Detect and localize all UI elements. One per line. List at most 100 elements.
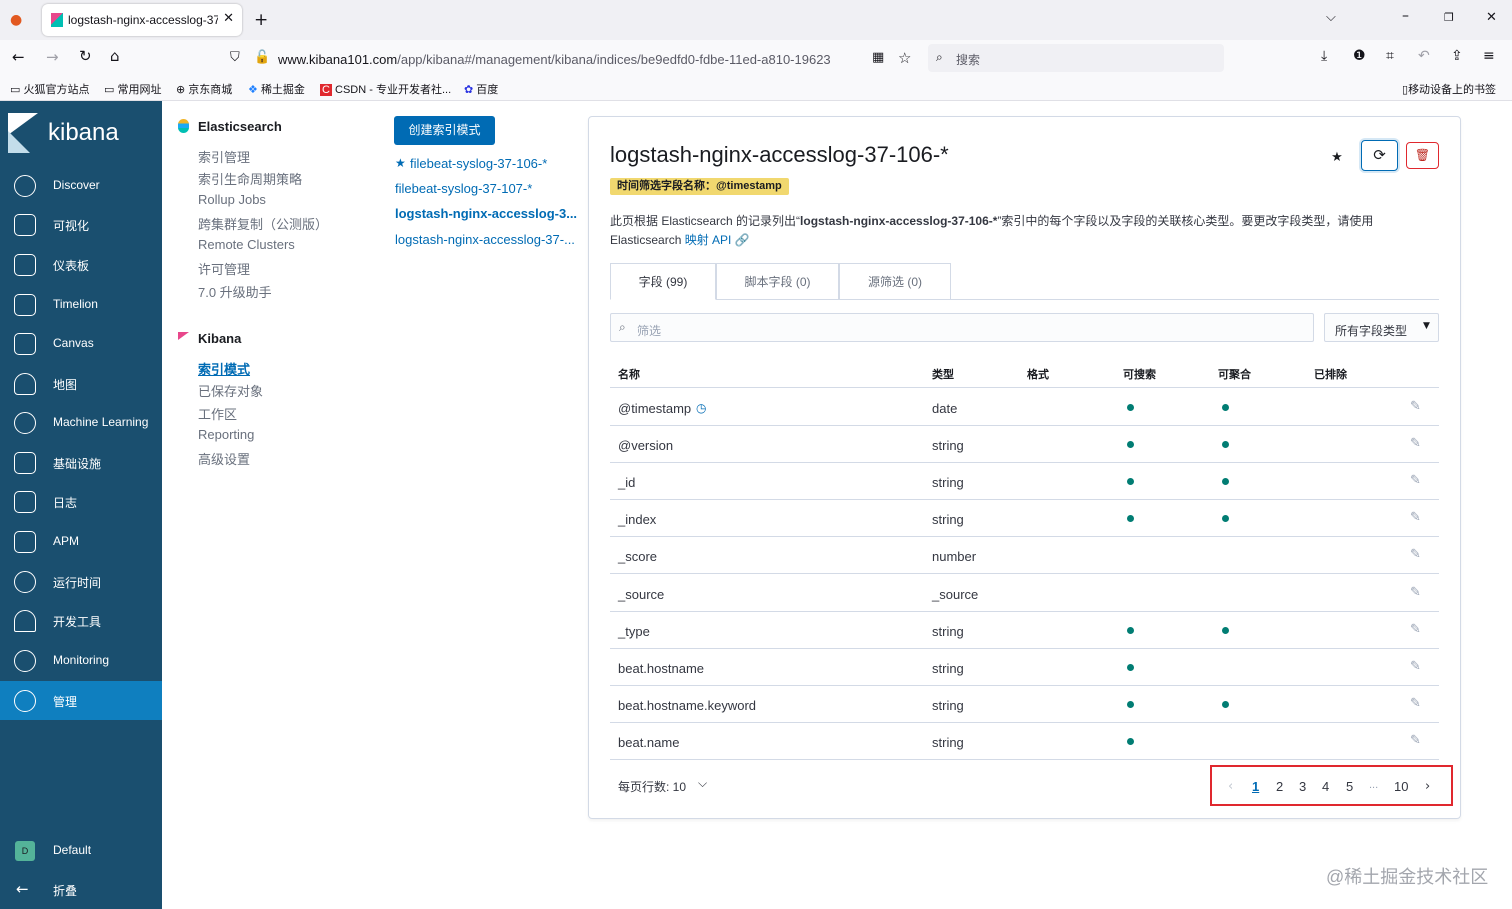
field-type-select[interactable]: 所有字段类型 ▼ bbox=[1324, 313, 1439, 342]
page-button-5[interactable]: 5 bbox=[1346, 779, 1353, 794]
mobile-bookmarks[interactable]: ▯移动设备上的书签 bbox=[1402, 81, 1496, 97]
column-header-type[interactable]: 类型 bbox=[932, 366, 954, 382]
back-icon[interactable]: ← bbox=[12, 48, 25, 66]
nav-space-default[interactable]: D Default bbox=[0, 831, 162, 870]
index-pattern-link[interactable]: logstash-nginx-accesslog-37-... bbox=[395, 232, 575, 247]
nav-saved-objects[interactable]: 已保存对象 bbox=[198, 381, 263, 400]
nav-uptime[interactable]: 运行时间 bbox=[0, 562, 162, 601]
edit-field-pencil-icon[interactable]: ✎ bbox=[1410, 510, 1421, 525]
nav-upgrade-assistant[interactable]: 7.0 升级助手 bbox=[198, 282, 272, 301]
reload-icon[interactable]: ↻ bbox=[79, 47, 92, 65]
restore-icon[interactable]: ❐ bbox=[1444, 11, 1454, 24]
url-text[interactable]: www.kibana101.com/app/kibana#/management… bbox=[278, 52, 864, 67]
refresh-fields-button[interactable]: ⟳ bbox=[1361, 140, 1398, 171]
column-header-aggregatable[interactable]: 可聚合 bbox=[1218, 366, 1251, 382]
nav-machine-learning[interactable]: Machine Learning bbox=[0, 403, 162, 442]
tab-scripted-fields[interactable]: 脚本字段 (0) bbox=[716, 263, 839, 300]
bookmark-item[interactable]: ⊕ 京东商城 bbox=[176, 81, 232, 97]
insecure-lock-icon[interactable]: 🔓 bbox=[254, 50, 270, 65]
edit-field-pencil-icon[interactable]: ✎ bbox=[1410, 622, 1421, 637]
nav-logs[interactable]: 日志 bbox=[0, 482, 162, 521]
nav-discover[interactable]: Discover bbox=[0, 166, 162, 205]
column-header-excluded[interactable]: 已排除 bbox=[1314, 366, 1347, 382]
page-button-1[interactable]: 1 bbox=[1252, 779, 1259, 794]
bookmark-item[interactable]: ▭ 火狐官方站点 bbox=[10, 81, 89, 97]
minimize-icon[interactable]: – bbox=[1402, 8, 1409, 24]
nav-dashboard[interactable]: 仪表板 bbox=[0, 245, 162, 284]
extension-icon[interactable]: ❶ bbox=[1353, 48, 1366, 64]
page-button-10[interactable]: 10 bbox=[1394, 779, 1408, 794]
nav-spaces[interactable]: 工作区 bbox=[198, 404, 237, 423]
nav-canvas[interactable]: Canvas bbox=[0, 324, 162, 363]
browser-search-box[interactable]: ⌕ 搜索 bbox=[928, 44, 1224, 72]
edit-field-pencil-icon[interactable]: ✎ bbox=[1410, 659, 1421, 674]
firefox-icon[interactable]: ● bbox=[10, 12, 22, 28]
set-default-button[interactable]: ★ bbox=[1322, 142, 1352, 171]
edit-field-pencil-icon[interactable]: ✎ bbox=[1410, 399, 1421, 414]
forward-icon[interactable]: → bbox=[46, 48, 59, 66]
tab-fields[interactable]: 字段 (99) bbox=[610, 263, 716, 300]
home-icon[interactable]: ⌂ bbox=[110, 47, 120, 65]
kibana-logo-icon[interactable] bbox=[8, 113, 38, 153]
url-bar[interactable]: ⛉ 🔓 www.kibana101.com/app/kibana#/manage… bbox=[222, 44, 922, 72]
nav-infrastructure[interactable]: 基础设施 bbox=[0, 443, 162, 482]
index-pattern-link[interactable]: filebeat-syslog-37-107-* bbox=[395, 181, 532, 196]
qr-code-icon[interactable]: ▦ bbox=[872, 50, 884, 65]
chevron-right-icon[interactable]: › bbox=[1425, 779, 1430, 794]
nav-reporting[interactable]: Reporting bbox=[198, 427, 254, 442]
create-index-pattern-button[interactable]: 创建索引模式 bbox=[394, 116, 495, 145]
menu-icon[interactable]: ≡ bbox=[1483, 48, 1495, 64]
nav-apm[interactable]: APM bbox=[0, 522, 162, 561]
bookmark-item[interactable]: ❖ 稀土掘金 bbox=[248, 81, 305, 97]
delete-index-pattern-button[interactable]: 🗑 bbox=[1406, 142, 1439, 169]
nav-maps[interactable]: 地图 bbox=[0, 364, 162, 403]
nav-management[interactable]: 管理 bbox=[0, 681, 162, 720]
nav-devtools[interactable]: 开发工具 bbox=[0, 601, 162, 640]
nav-advanced-settings[interactable]: 高级设置 bbox=[198, 449, 250, 468]
index-pattern-link-selected[interactable]: logstash-nginx-accesslog-3... bbox=[395, 206, 577, 221]
shield-icon[interactable]: ⛉ bbox=[230, 50, 240, 65]
bookmark-star-icon[interactable]: ☆ bbox=[898, 49, 911, 67]
crop-icon[interactable]: ⌗ bbox=[1386, 48, 1394, 64]
chevron-left-icon[interactable]: ‹ bbox=[1228, 779, 1233, 794]
nav-collapse[interactable]: ← 折叠 bbox=[0, 870, 162, 909]
nav-remote-clusters[interactable]: Remote Clusters bbox=[198, 237, 295, 252]
close-window-icon[interactable]: ✕ bbox=[1486, 10, 1497, 25]
download-icon[interactable]: ⤓ bbox=[1321, 48, 1327, 64]
list-tabs-icon[interactable]: ⌵ bbox=[1326, 10, 1336, 25]
rows-per-page-button[interactable]: 每页行数: 10 ⌵ bbox=[610, 772, 730, 798]
nav-ccr[interactable]: 跨集群复制（公测版） bbox=[198, 214, 328, 233]
nav-visualize[interactable]: 可视化 bbox=[0, 205, 162, 244]
nav-ilm[interactable]: 索引生命周期策略 bbox=[198, 169, 302, 188]
column-header-name[interactable]: 名称 bbox=[618, 366, 640, 382]
nav-index-management[interactable]: 索引管理 bbox=[198, 147, 250, 166]
edit-field-pencil-icon[interactable]: ✎ bbox=[1410, 585, 1421, 600]
nav-monitoring[interactable]: Monitoring bbox=[0, 641, 162, 680]
filter-input[interactable]: ⌕ 筛选 bbox=[610, 313, 1314, 342]
page-button-2[interactable]: 2 bbox=[1276, 779, 1283, 794]
edit-field-pencil-icon[interactable]: ✎ bbox=[1410, 696, 1421, 711]
nav-timelion[interactable]: Timelion bbox=[0, 285, 162, 324]
edit-field-pencil-icon[interactable]: ✎ bbox=[1410, 547, 1421, 562]
bookmark-item[interactable]: ✿ 百度 bbox=[464, 81, 498, 97]
browser-tab[interactable]: logstash-nginx-accesslog-37 ✕ bbox=[42, 4, 242, 36]
page-button-3[interactable]: 3 bbox=[1299, 779, 1306, 794]
index-pattern-link[interactable]: filebeat-syslog-37-106-* bbox=[410, 156, 547, 171]
mapping-api-link[interactable]: 映射 API 🔗 bbox=[685, 233, 750, 247]
nav-index-patterns[interactable]: 索引模式 bbox=[198, 359, 250, 378]
bookmark-item[interactable]: C CSDN - 专业开发者社... bbox=[320, 81, 451, 97]
edit-field-pencil-icon[interactable]: ✎ bbox=[1410, 473, 1421, 488]
bookmark-item[interactable]: ▭ 常用网址 bbox=[104, 81, 161, 97]
edit-field-pencil-icon[interactable]: ✎ bbox=[1410, 733, 1421, 748]
page-button-4[interactable]: 4 bbox=[1322, 779, 1329, 794]
nav-rollup-jobs[interactable]: Rollup Jobs bbox=[198, 192, 266, 207]
edit-field-pencil-icon[interactable]: ✎ bbox=[1410, 436, 1421, 451]
close-tab-icon[interactable]: ✕ bbox=[223, 11, 234, 26]
column-header-searchable[interactable]: 可搜索 bbox=[1123, 366, 1156, 382]
nav-license[interactable]: 许可管理 bbox=[198, 259, 250, 278]
new-tab-icon[interactable]: + bbox=[254, 10, 268, 30]
share-icon[interactable]: ⇪ bbox=[1451, 48, 1463, 64]
undo-icon[interactable]: ↶ bbox=[1418, 48, 1430, 64]
tab-source-filters[interactable]: 源筛选 (0) bbox=[839, 263, 951, 300]
aggregatable-dot-icon bbox=[1222, 478, 1229, 486]
